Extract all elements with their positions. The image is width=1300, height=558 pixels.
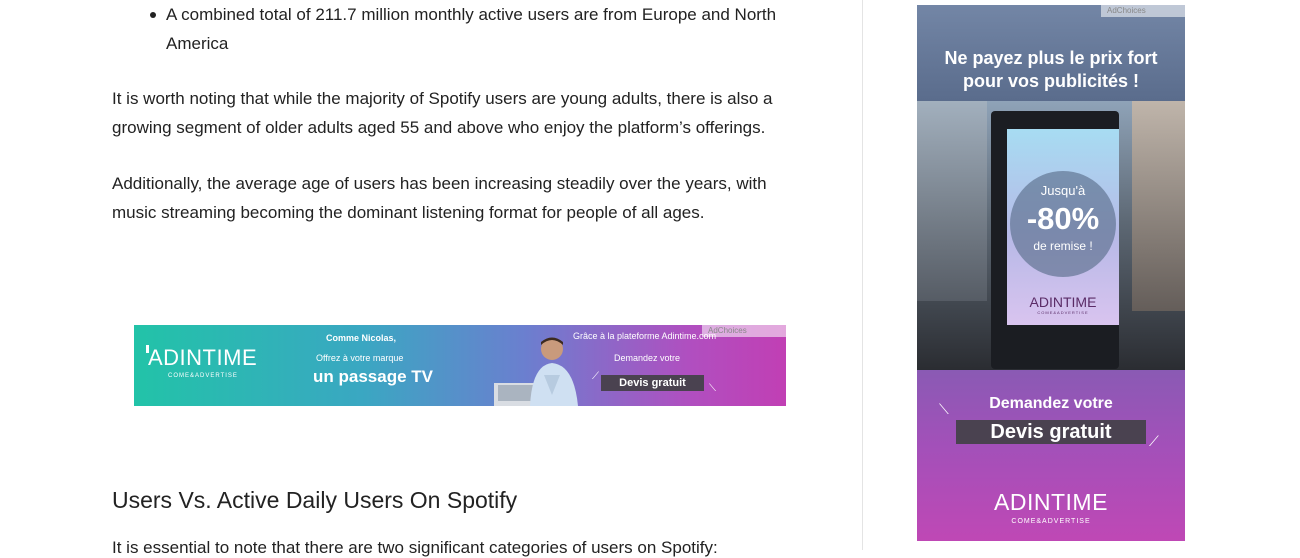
discount-value: -80% [1026,201,1100,236]
banner-ad-logo-tagline: COME&ADVERTISE [168,373,238,379]
banner-ad-line-5: Demandez votre [614,353,681,363]
screen-logo-tagline: COME&ADVERTISE [1037,310,1089,315]
adchoices-label[interactable]: AdChoices [702,325,786,337]
paragraph-average-age: Additionally, the average age of users h… [112,169,812,227]
bullet-dot [150,12,156,18]
banner-ad-line-4: Grâce à la plateforme Adintime.com [573,331,717,341]
paragraph-line: growing segment of older adults aged 55 … [112,118,766,137]
paragraph-cut-off: It is essential to note that there are t… [112,538,718,557]
sparkle-icon: ⟍ [709,383,716,394]
bullet-text-line: A combined total of 211.7 million monthl… [166,5,777,24]
sidebar-ad-logo: ADINTIME [994,489,1108,515]
building-image [917,101,987,301]
banner-ad-line-3: un passage TV [313,367,433,386]
sidebar-ad-headline: Ne payez plus le prix fort pour vos publ… [917,47,1185,93]
sidebar-ad-logo-tagline: COME&ADVERTISE [1011,518,1091,525]
paragraph-line: Additionally, the average age of users h… [112,174,767,193]
paragraph-older-adults: It is worth noting that while the majori… [112,84,812,142]
sidebar-ad-request-text: Demandez votre [989,395,1113,412]
banner-ad-cta-button[interactable]: Devis gratuit [601,375,704,391]
discount-prefix: Jusqu'à [1040,183,1086,198]
sparkle-icon: ⟋ [592,371,599,382]
banner-ad-person-image [494,337,578,406]
sparkle-icon: ⟋ [1149,433,1159,449]
bullet-item: A combined total of 211.7 million monthl… [166,0,816,58]
sidebar-ad-headline-line: pour vos publicités ! [962,71,1140,91]
bullet-text-line: America [166,34,229,53]
sidebar-ad[interactable]: Ne payez plus le prix fort pour vos publ… [917,5,1185,541]
discount-suffix: de remise ! [1033,239,1093,253]
section-heading: Users Vs. Active Daily Users On Spotify [112,487,518,513]
paragraph-line: music streaming becoming the dominant li… [112,203,705,222]
sidebar-ad-cta-button[interactable]: Devis gratuit [956,420,1146,444]
banner-ad-logo: ADINTIME [148,345,258,370]
paragraph-line: It is worth noting that while the majori… [112,89,773,108]
banner-ad[interactable]: ADINTIME COME&ADVERTISE Comme Nicolas, O… [134,325,786,406]
sidebar-ad-headline-line: Ne payez plus le prix fort [944,48,1158,68]
column-divider [862,0,863,550]
banner-ad-line-1: Comme Nicolas, [326,333,397,343]
screen-logo: ADINTIME [1029,294,1097,310]
building-image [1132,101,1185,311]
banner-ad-line-2: Offrez à votre marque [316,353,404,363]
adchoices-label[interactable]: AdChoices [1101,5,1185,17]
